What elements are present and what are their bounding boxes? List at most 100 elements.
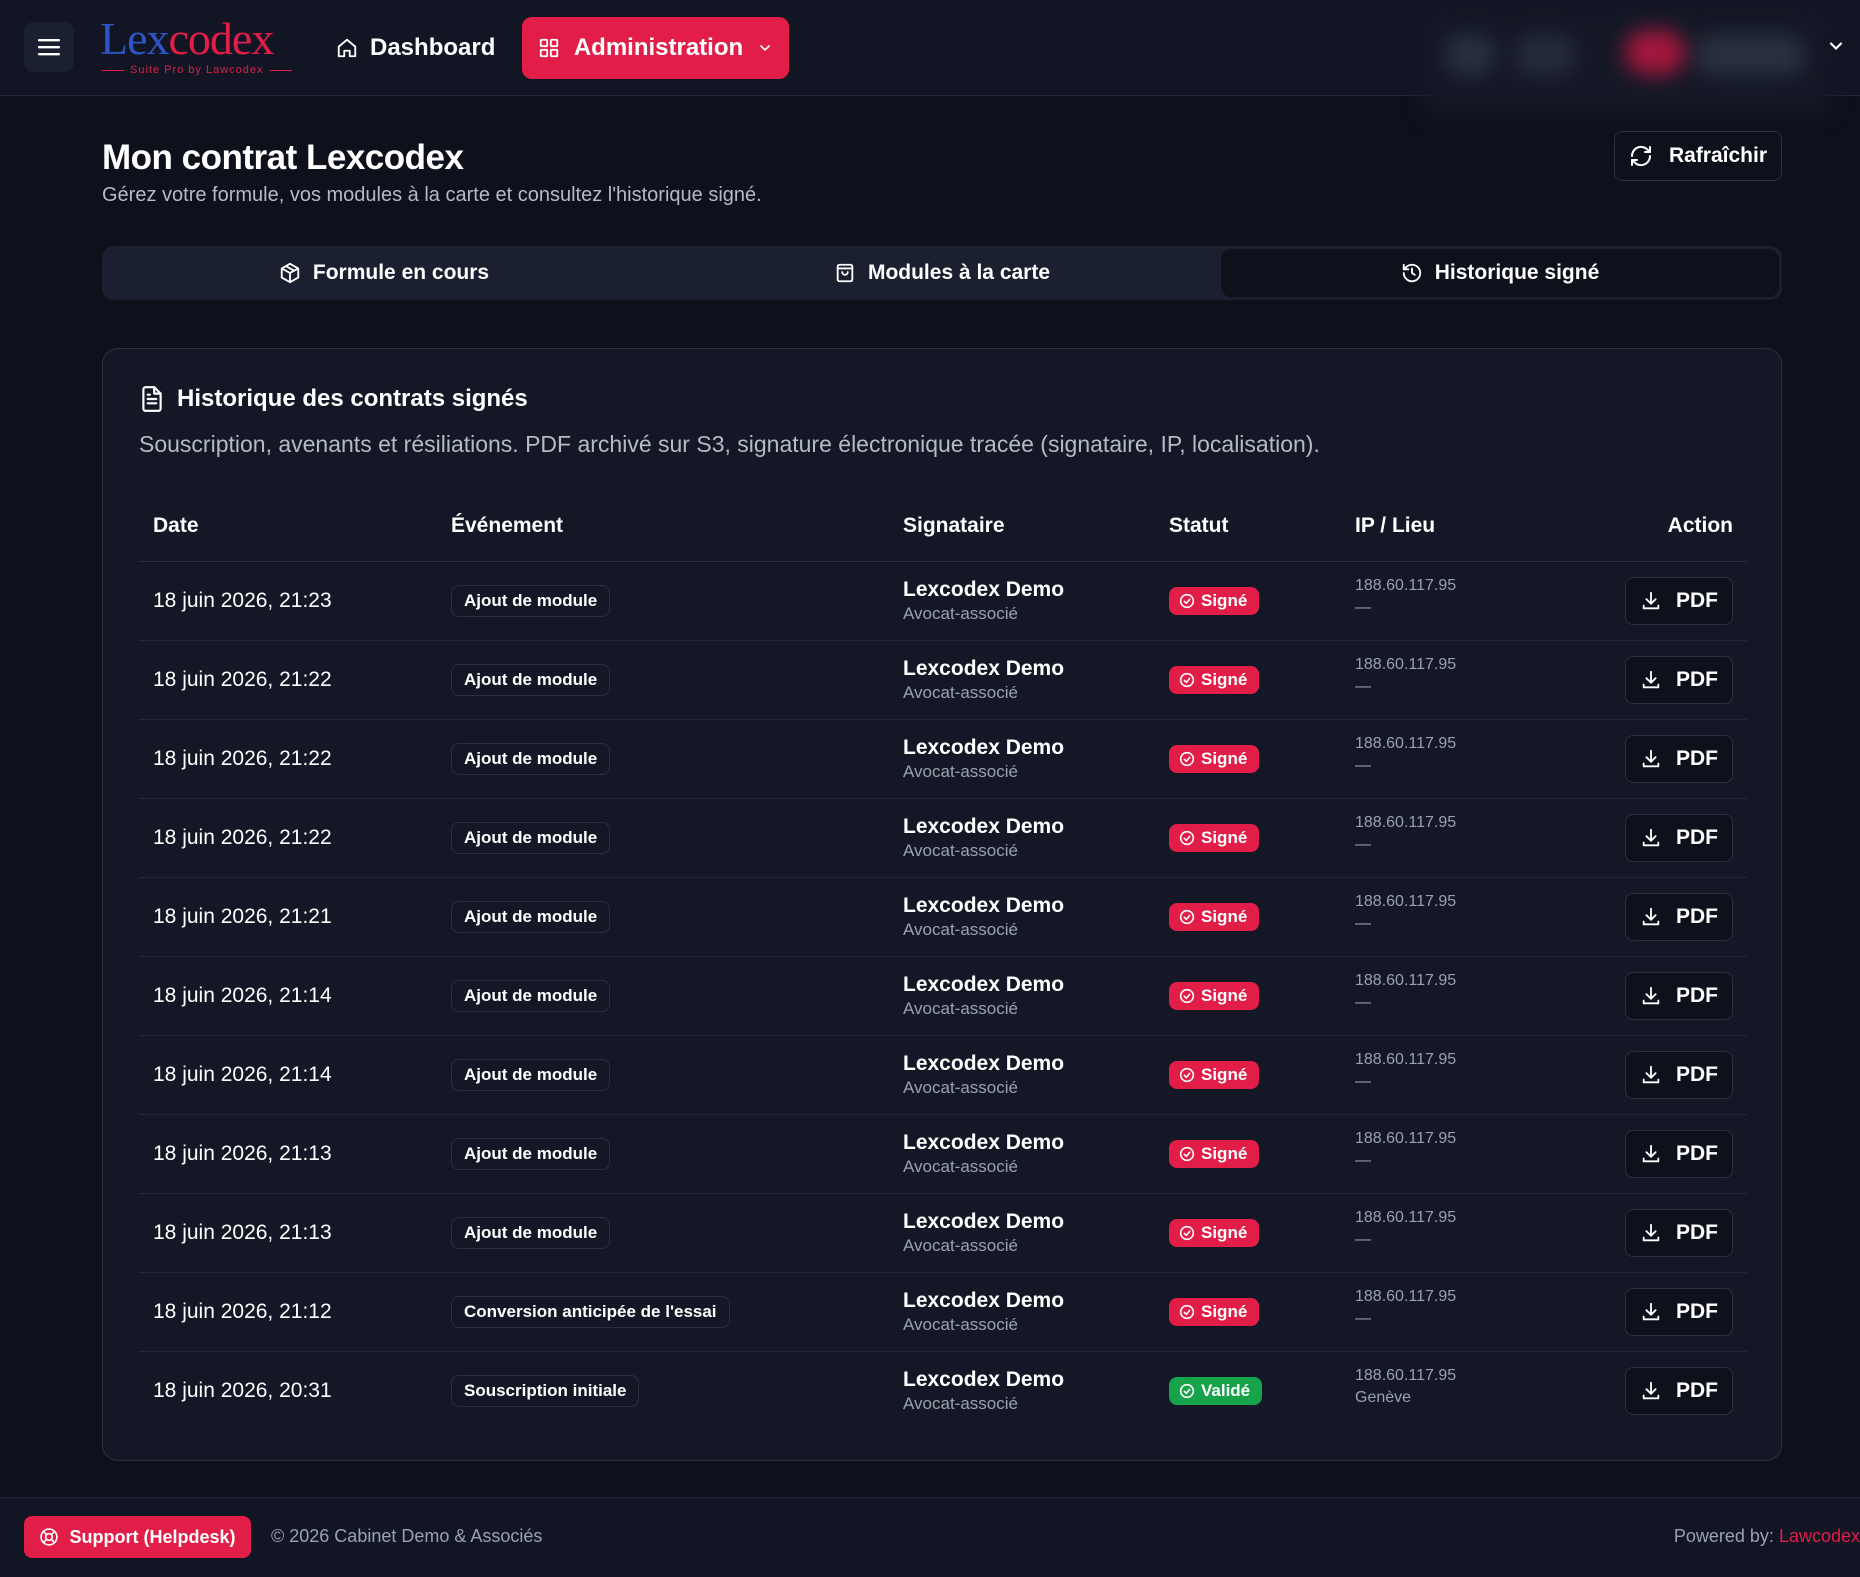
cell-date: 18 juin 2026, 21:22 [139, 640, 437, 720]
table-row: 18 juin 2026, 21:22 Ajout de module Lexcod… [139, 640, 1747, 720]
download-icon [1642, 591, 1660, 609]
menu-button[interactable] [24, 22, 74, 72]
cell-date: 18 juin 2026, 21:22 [139, 798, 437, 878]
event-pill: Souscription initiale [451, 1374, 640, 1407]
powered-by-link[interactable]: Lawcodex [1779, 1526, 1860, 1546]
grid-icon [539, 38, 558, 58]
download-pdf-button[interactable]: PDF [1625, 1366, 1733, 1415]
user-menu-blurred[interactable] [1425, 10, 1830, 115]
cell-status: Signé [1155, 1193, 1341, 1273]
package-icon [280, 262, 300, 284]
signer-role: Avocat-associé [903, 919, 1018, 939]
download-pdf-button[interactable]: PDF [1625, 1129, 1733, 1178]
table-row: 18 juin 2026, 21:23 Ajout de module Lexcod… [139, 561, 1747, 641]
nav-administration[interactable]: Administration [522, 17, 789, 79]
status-badge: Signé [1169, 586, 1260, 615]
download-pdf-button[interactable]: PDF [1625, 576, 1733, 625]
cell-action: PDF [1601, 877, 1747, 957]
tab-historique[interactable]: Historique signé [1221, 249, 1779, 297]
signer-name: Lexcodex Demo [903, 1051, 1065, 1075]
signer-role: Avocat-associé [903, 1156, 1018, 1176]
cell-event: Ajout de module [437, 561, 889, 641]
event-pill: Ajout de module [451, 742, 611, 775]
logo[interactable]: Lexcodex Suite Pro by Lawcodex [100, 16, 300, 76]
table-row: 18 juin 2026, 21:14 Ajout de module Lexcod… [139, 956, 1747, 1036]
ip-location: — [1355, 1230, 1371, 1248]
cell-signer: Lexcodex Demo Avocat-associé [889, 956, 1155, 1036]
cell-date: 18 juin 2026, 21:14 [139, 1035, 437, 1115]
cell-action: PDF [1601, 798, 1747, 878]
user-menu-chevron-icon[interactable] [1826, 36, 1846, 56]
status-badge: Signé [1169, 981, 1260, 1010]
download-icon [1642, 749, 1660, 767]
download-icon [1642, 1381, 1660, 1399]
footer: Support (Helpdesk) © 2026 Cabinet Demo &… [0, 1497, 1860, 1577]
signer-role: Avocat-associé [903, 1235, 1018, 1255]
cell-signer: Lexcodex Demo Avocat-associé [889, 1114, 1155, 1194]
column-header-ip: IP / Lieu [1341, 491, 1601, 562]
download-pdf-button[interactable]: PDF [1625, 813, 1733, 862]
cell-date: 18 juin 2026, 21:13 [139, 1193, 437, 1273]
support-label: Support (Helpdesk) [69, 1526, 236, 1547]
support-button[interactable]: Support (Helpdesk) [24, 1516, 251, 1558]
refresh-button[interactable]: Rafraîchir [1614, 131, 1782, 181]
download-pdf-button[interactable]: PDF [1625, 971, 1733, 1020]
check-circle-icon [1179, 1304, 1195, 1319]
download-icon [1642, 907, 1660, 925]
tab-label: Historique signé [1434, 261, 1600, 284]
status-badge: Signé [1169, 1218, 1260, 1247]
check-circle-icon [1179, 909, 1195, 924]
status-badge: Signé [1169, 1139, 1260, 1168]
cell-date: 18 juin 2026, 21:14 [139, 956, 437, 1036]
ip-address: 188.60.117.95 [1355, 734, 1457, 752]
cell-ip: 188.60.117.95 — [1341, 798, 1601, 878]
check-circle-icon [1179, 1225, 1195, 1240]
download-pdf-button[interactable]: PDF [1625, 892, 1733, 941]
cell-action: PDF [1601, 956, 1747, 1036]
download-pdf-button[interactable]: PDF [1625, 1287, 1733, 1336]
status-badge: Signé [1169, 665, 1260, 694]
cell-action: PDF [1601, 1193, 1747, 1273]
home-icon [337, 38, 357, 58]
download-icon [1642, 1065, 1660, 1083]
cell-ip: 188.60.117.95 — [1341, 1114, 1601, 1194]
signer-role: Avocat-associé [903, 1314, 1018, 1334]
hamburger-icon [38, 39, 60, 56]
event-pill: Ajout de module [451, 584, 611, 617]
page-subtitle: Gérez votre formule, vos modules à la ca… [102, 184, 762, 206]
tab-formule[interactable]: Formule en cours [105, 249, 663, 297]
cell-ip: 188.60.117.95 — [1341, 640, 1601, 720]
signer-name: Lexcodex Demo [903, 577, 1065, 601]
cell-action: PDF [1601, 1035, 1747, 1115]
cell-signer: Lexcodex Demo Avocat-associé [889, 561, 1155, 641]
ip-address: 188.60.117.95 [1355, 1208, 1457, 1226]
event-pill: Ajout de module [451, 1216, 611, 1249]
logo-tagline: Suite Pro by Lawcodex [100, 64, 300, 76]
signer-name: Lexcodex Demo [903, 1209, 1065, 1233]
download-pdf-button[interactable]: PDF [1625, 1050, 1733, 1099]
download-pdf-button[interactable]: PDF [1625, 1208, 1733, 1257]
nav-dashboard[interactable]: Dashboard [336, 26, 495, 70]
cell-ip: 188.60.117.95 — [1341, 1193, 1601, 1273]
event-pill: Ajout de module [451, 1137, 611, 1170]
cell-action: PDF [1601, 640, 1747, 720]
cell-event: Conversion anticipée de l'essai [437, 1272, 889, 1352]
ip-location: — [1355, 756, 1371, 774]
history-card: Historique des contrats signés Souscript… [102, 348, 1782, 1461]
ip-location: — [1355, 993, 1371, 1011]
cell-signer: Lexcodex Demo Avocat-associé [889, 640, 1155, 720]
cell-action: PDF [1601, 1351, 1747, 1430]
tab-modules[interactable]: Modules à la carte [663, 249, 1221, 297]
signer-name: Lexcodex Demo [903, 814, 1065, 838]
file-text-icon [142, 386, 162, 412]
event-pill: Ajout de module [451, 900, 611, 933]
download-icon [1642, 670, 1660, 688]
table-row: 18 juin 2026, 21:22 Ajout de module Lexcod… [139, 719, 1747, 799]
column-header-date: Date [139, 491, 437, 562]
download-pdf-button[interactable]: PDF [1625, 734, 1733, 783]
check-circle-icon [1179, 672, 1195, 687]
cell-status: Signé [1155, 1114, 1341, 1194]
status-badge: Signé [1169, 902, 1260, 931]
column-header-status: Statut [1155, 491, 1341, 562]
download-pdf-button[interactable]: PDF [1625, 655, 1733, 704]
